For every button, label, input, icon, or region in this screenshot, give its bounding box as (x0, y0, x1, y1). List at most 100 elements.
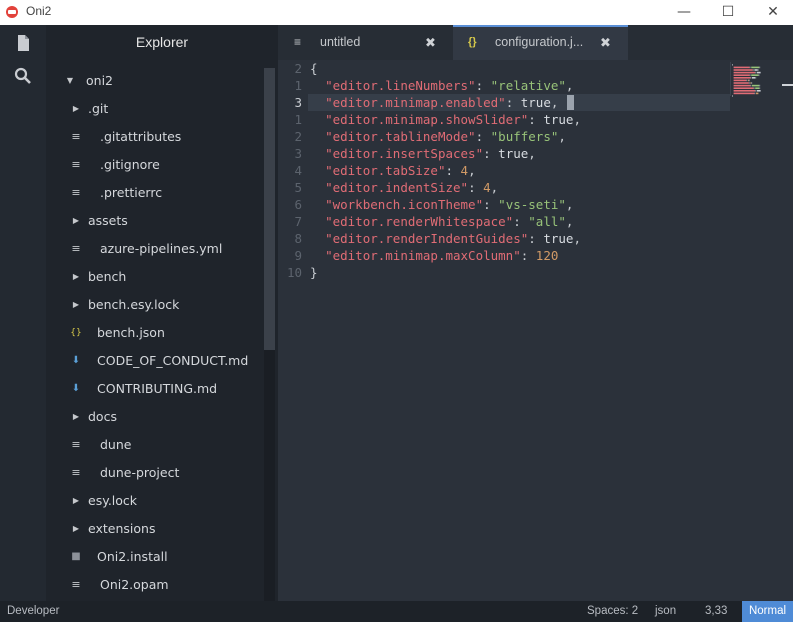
minimap-token (732, 64, 733, 66)
code-line: "editor.tabSize": 4, (310, 162, 476, 179)
file-icon: ≡ (71, 130, 81, 143)
markdown-icon: ⬇ (71, 355, 81, 366)
tree-item[interactable]: ≡ Oni2.opam (70, 571, 270, 599)
code-token: : (445, 163, 461, 178)
code-token: , (528, 146, 536, 161)
minimize-button[interactable]: — (661, 0, 707, 25)
code-token: : (475, 78, 491, 93)
code-token: "workbench.iconTheme" (325, 197, 484, 212)
tree-item[interactable]: ■ Oni2.install (70, 543, 270, 571)
tab-untitled[interactable]: ≡ untitled ✖ (278, 25, 453, 60)
tree-item[interactable]: ≡ .gitattributes (70, 123, 270, 151)
line-number: 8 (294, 231, 302, 246)
tree-item[interactable]: ≡ .gitignore (70, 151, 270, 179)
close-icon[interactable]: ✖ (425, 25, 436, 60)
tree-item-label: assets (88, 213, 128, 228)
code-line: { (310, 60, 318, 77)
minimap-token (759, 87, 761, 89)
code-token: "editor.insertSpaces" (325, 146, 484, 161)
status-bar: Developer Spaces: 2 json 3,33 Normal (0, 601, 793, 622)
minimap-token (754, 92, 756, 95)
line-number: 7 (294, 214, 302, 229)
code-token: , (550, 95, 559, 110)
code-line: "editor.tablineMode": "buffers", (310, 128, 566, 145)
status-cursor-position[interactable]: 3,33 (705, 601, 727, 622)
tree-item[interactable]: ▶ extensions (70, 515, 270, 543)
tree-item[interactable]: {} bench.json (70, 319, 270, 347)
minimap-token (733, 87, 754, 89)
minimap-token (759, 84, 761, 87)
tree-item-label: azure-pipelines.yml (100, 241, 223, 256)
tree-item[interactable]: ≡ .prettierrc (70, 179, 270, 207)
code-editor[interactable]: 2 1 3 1 2 3 4 5 6 7 8 9 10 { "editor.lineNumbers": "… (278, 60, 793, 601)
status-mode: Normal (742, 601, 793, 622)
code-token: : (475, 129, 491, 144)
status-indentation[interactable]: Spaces: 2 (587, 601, 638, 622)
tree-item[interactable]: ⬇ CODE_OF_CONDUCT.md (70, 347, 270, 375)
line-number: 9 (294, 248, 302, 263)
line-number: 3 (294, 95, 302, 110)
code-token: "editor.minimap.enabled" (325, 95, 506, 110)
tree-item[interactable]: ⬇ CONTRIBUTING.md (70, 375, 270, 403)
code-token: , (490, 180, 499, 195)
status-language[interactable]: json (655, 601, 676, 622)
tree-item-label: bench.esy.lock (88, 297, 180, 312)
tree-item-label: bench.json (97, 325, 165, 340)
text-cursor (567, 95, 574, 110)
line-number: 2 (294, 61, 302, 76)
tree-item[interactable]: ▼ oni2 (64, 67, 264, 95)
chevron-right-icon: ▶ (72, 300, 80, 309)
code-token: true (520, 95, 551, 110)
minimap-token (755, 77, 757, 79)
markdown-icon: ⬇ (71, 383, 81, 394)
minimap-token (752, 77, 756, 79)
tree-item[interactable]: ≡ azure-pipelines.yml (70, 235, 270, 263)
file-explorer-icon[interactable] (13, 33, 33, 53)
tree-item-label: .git (88, 101, 109, 116)
tree-item[interactable]: ≡ dune-project (70, 459, 270, 487)
code-line: } (310, 264, 318, 281)
minimap-token (733, 69, 753, 71)
search-icon[interactable] (13, 66, 33, 86)
status-developer[interactable]: Developer (7, 601, 59, 622)
minimap-token (733, 92, 755, 95)
tree-item[interactable]: ▶ bench.esy.lock (70, 291, 270, 319)
code-token: "editor.minimap.maxColumn" (325, 248, 521, 263)
file-icon: ≡ (71, 438, 81, 451)
code-token: true (543, 231, 574, 246)
line-number: 1 (294, 112, 302, 127)
minimap[interactable] (730, 60, 793, 601)
code-token: "all" (528, 214, 566, 229)
line-number: 1 (294, 78, 302, 93)
tree-item[interactable]: ▶ esy.lock (70, 487, 270, 515)
code-token: "editor.tablineMode" (325, 129, 476, 144)
tree-item[interactable]: ▶ assets (70, 207, 270, 235)
code-line: "editor.minimap.showSlider": true, (310, 111, 581, 128)
tree-item[interactable]: ▶ docs (70, 403, 270, 431)
tree-item[interactable]: ≡ dune (70, 431, 270, 459)
minimap-token (733, 79, 747, 82)
code-line: "editor.lineNumbers": "relative", (310, 77, 573, 94)
code-token: "editor.minimap.showSlider" (325, 112, 529, 127)
minimap-token (749, 74, 751, 76)
close-window-button[interactable]: ✕ (750, 0, 793, 25)
maximize-button[interactable]: ☐ (705, 0, 751, 25)
close-icon[interactable]: ✖ (600, 27, 611, 58)
tree-item[interactable]: ▶ bench (70, 263, 270, 291)
tree-item-label: Oni2.install (97, 549, 168, 564)
code-token: 4 (460, 163, 469, 178)
tab-configuration[interactable]: {} configuration.j... ✖ (453, 25, 628, 60)
line-number: 10 (286, 265, 302, 280)
code-line: "editor.minimap.enabled": true, (310, 94, 558, 111)
sidebar-scrollbar-thumb[interactable] (264, 68, 275, 350)
code-line: "editor.insertSpaces": true, (310, 145, 536, 162)
code-token: : (513, 214, 529, 229)
minimap-token (755, 87, 760, 89)
code-token: : (520, 248, 536, 263)
minimap-token (758, 74, 760, 76)
tree-item[interactable]: ▶ .git (70, 95, 270, 123)
code-token: "editor.renderIndentGuides" (325, 231, 529, 246)
